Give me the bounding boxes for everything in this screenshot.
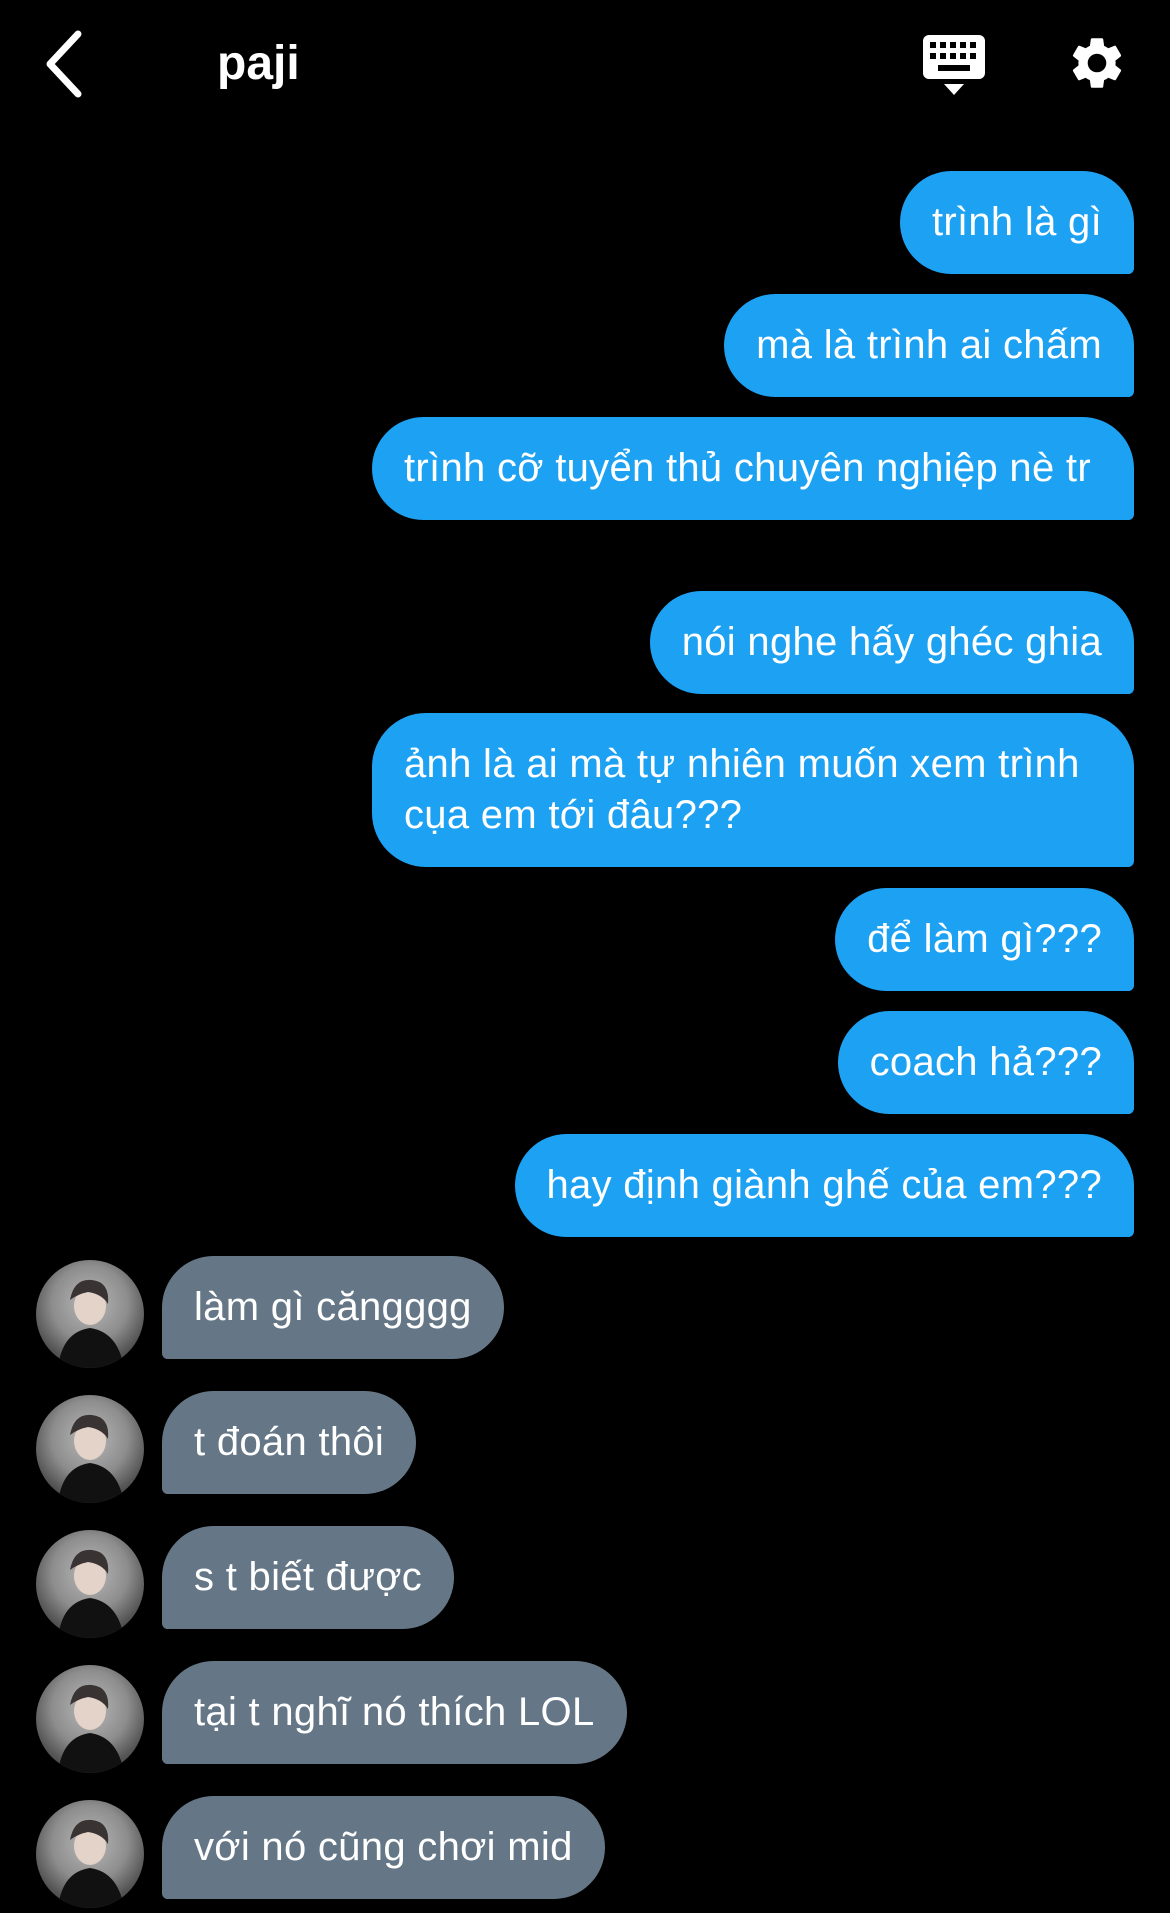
message-bubble-outgoing[interactable]: trình cỡ tuyển thủ chuyên nghiệp nè tr <box>372 417 1134 520</box>
message-bubble-incoming[interactable]: t đoán thôi <box>162 1391 417 1494</box>
avatar[interactable] <box>36 1530 144 1638</box>
message-bubble-outgoing[interactable]: để làm gì??? <box>835 888 1134 991</box>
avatar[interactable] <box>36 1260 144 1368</box>
message-bubble-outgoing[interactable]: trình là gì <box>899 171 1134 274</box>
message-bubble-incoming[interactable]: s t biết được <box>162 1526 455 1629</box>
message-bubble-incoming[interactable]: tại t nghĩ nó thích LOL <box>162 1661 627 1764</box>
message-bubble-outgoing[interactable]: hay định giành ghế của em??? <box>514 1134 1134 1237</box>
message-bubble-incoming[interactable]: làm gì căngggg <box>162 1256 504 1359</box>
avatar[interactable] <box>36 1395 144 1503</box>
message-bubble-incoming[interactable]: với nó cũng chơi mid <box>162 1796 605 1899</box>
message-list: trình là gì mà là trình ai chấm trình cỡ… <box>0 0 1170 1913</box>
avatar[interactable] <box>36 1800 144 1908</box>
avatar[interactable] <box>36 1665 144 1773</box>
message-bubble-outgoing[interactable]: coach hả??? <box>837 1011 1134 1114</box>
message-bubble-outgoing[interactable]: ảnh là ai mà tự nhiên muốn xem trình cụa… <box>372 713 1134 867</box>
message-bubble-outgoing[interactable]: nói nghe hấy ghéc ghia <box>649 591 1134 694</box>
message-bubble-outgoing[interactable]: mà là trình ai chấm <box>724 294 1134 397</box>
